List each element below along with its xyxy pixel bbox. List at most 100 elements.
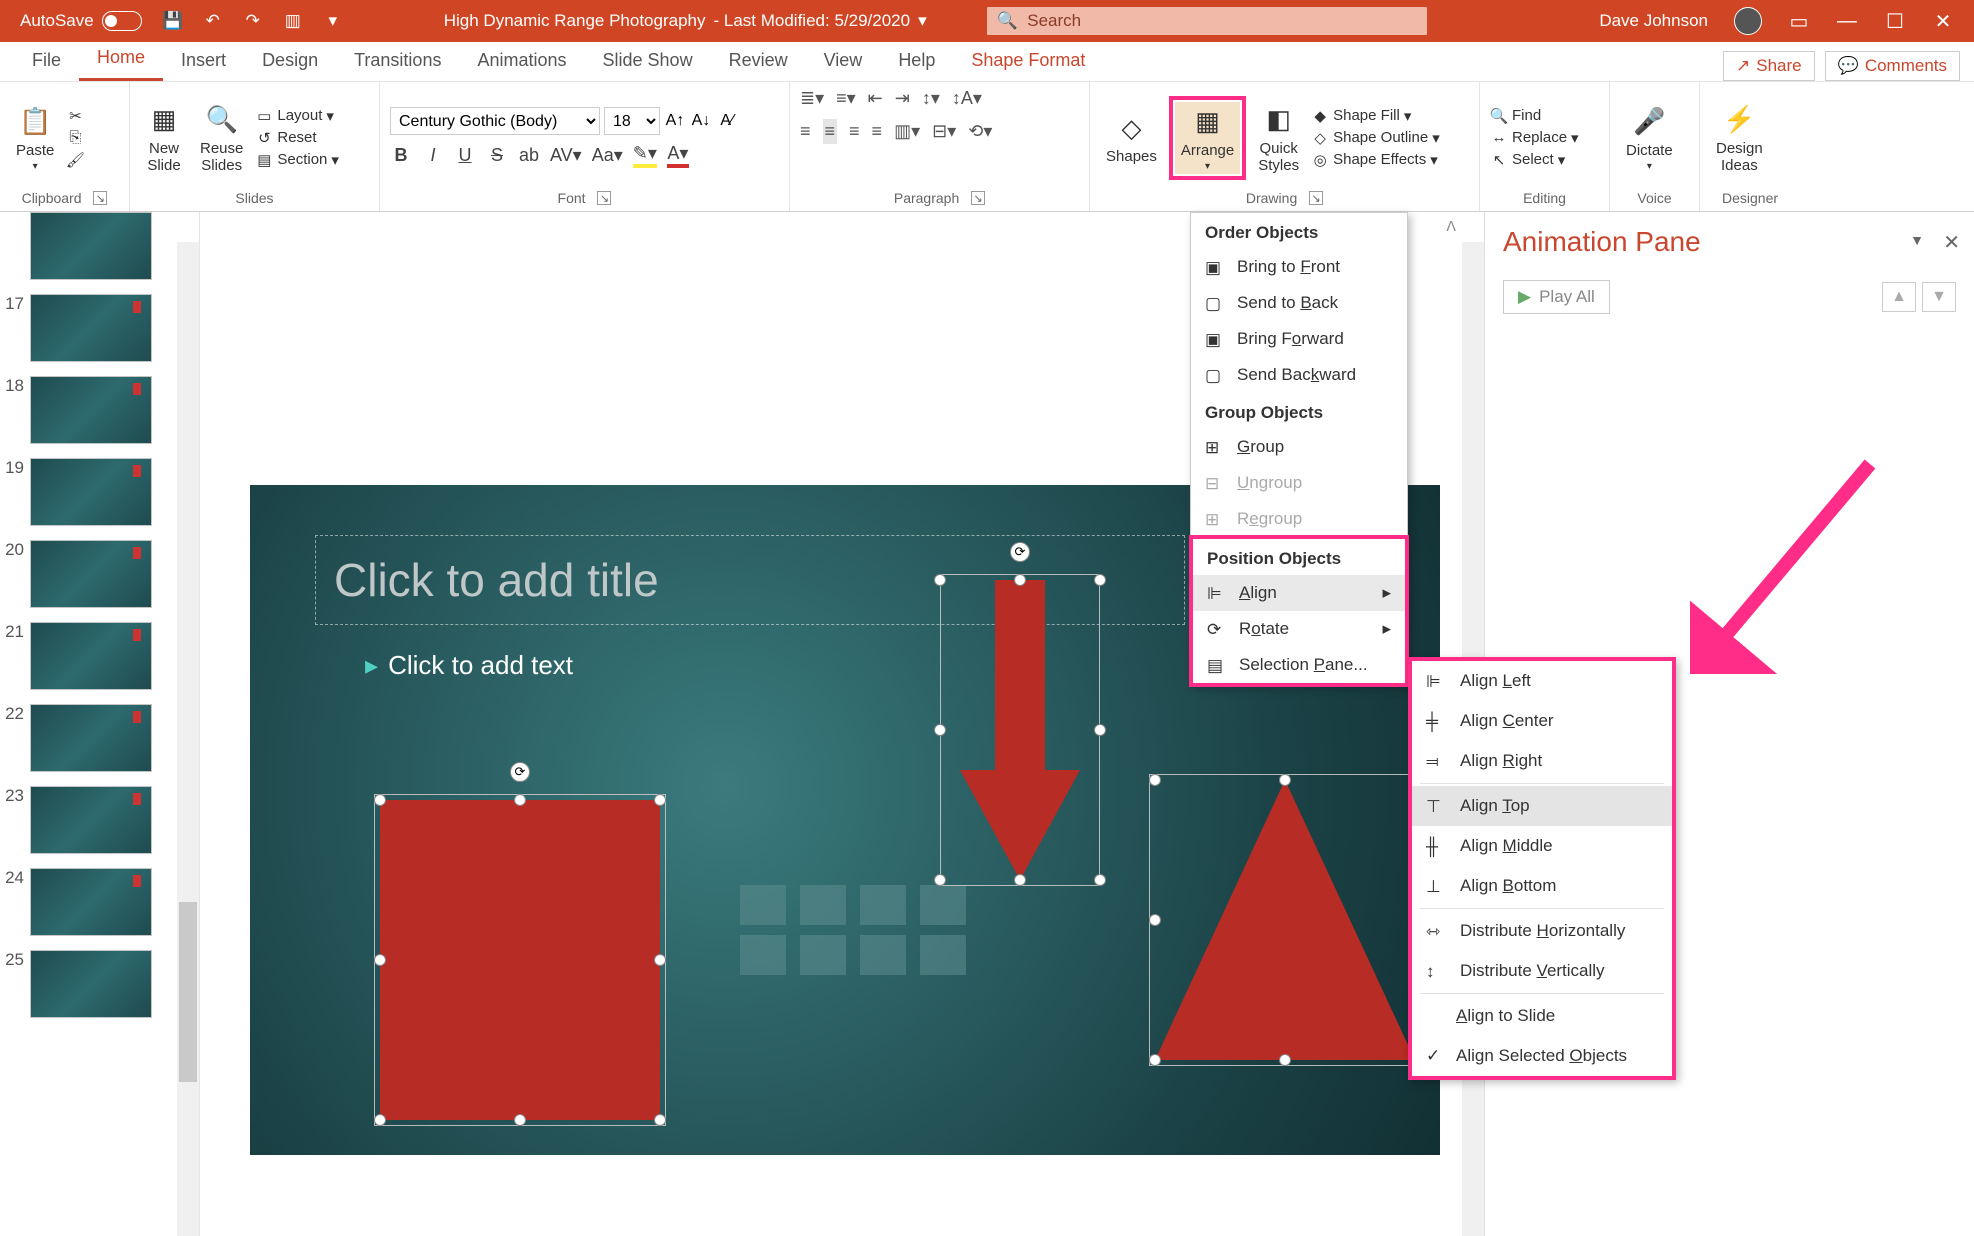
send-backward-item[interactable]: ▢Send Backward	[1191, 357, 1407, 393]
thumbnail[interactable]	[30, 212, 152, 280]
align-right-icon[interactable]: ≡	[849, 121, 860, 142]
shadow-button[interactable]: ab	[518, 145, 540, 166]
tab-slideshow[interactable]: Slide Show	[585, 42, 711, 81]
bold-button[interactable]: B	[390, 145, 412, 166]
align-to-slide-item[interactable]: Align to Slide	[1412, 996, 1672, 1036]
copy-icon[interactable]: ⎘	[66, 129, 84, 147]
insert-table-icon[interactable]	[740, 885, 786, 925]
grow-font-icon[interactable]: A↑	[664, 112, 686, 130]
clipboard-launcher-icon[interactable]: ↘	[93, 191, 107, 205]
italic-button[interactable]: I	[422, 145, 444, 166]
insert-chart-icon[interactable]	[800, 885, 846, 925]
undo-icon[interactable]: ↶	[202, 10, 224, 32]
thumbnail[interactable]	[30, 868, 152, 936]
font-name-combo[interactable]: Century Gothic (Body)	[390, 107, 600, 135]
thumbnail[interactable]	[30, 376, 152, 444]
thumbnail[interactable]	[30, 458, 152, 526]
align-center-item[interactable]: ╪Align Center	[1412, 701, 1672, 741]
move-down-button[interactable]: ▼	[1922, 282, 1956, 312]
find-button[interactable]: 🔍Find	[1490, 107, 1579, 125]
layout-button[interactable]: ▭Layout ▾	[255, 107, 339, 125]
format-painter-icon[interactable]: 🖌	[66, 151, 84, 169]
select-button[interactable]: ↖Select ▾	[1490, 151, 1579, 169]
font-launcher-icon[interactable]: ↘	[597, 191, 611, 205]
arrange-button[interactable]: ▦Arrange▾	[1175, 102, 1240, 174]
distribute-h-item[interactable]: ⇿Distribute Horizontally	[1412, 911, 1672, 951]
insert-online-pic-icon[interactable]	[800, 935, 846, 975]
pane-options-icon[interactable]: ▼	[1910, 232, 1924, 248]
collapse-ribbon-icon[interactable]: ᐱ	[1446, 218, 1456, 235]
cut-icon[interactable]: ✂	[66, 107, 84, 125]
drawing-launcher-icon[interactable]: ↘	[1309, 191, 1323, 205]
maximize-icon[interactable]: ☐	[1884, 9, 1906, 34]
tab-file[interactable]: File	[14, 42, 79, 81]
rotate-item[interactable]: ⟳Rotate▸	[1193, 611, 1405, 647]
tab-view[interactable]: View	[806, 42, 881, 81]
save-icon[interactable]: 💾	[162, 10, 184, 32]
justify-icon[interactable]: ≡	[872, 121, 883, 142]
align-left-item[interactable]: ⊫Align Left	[1412, 661, 1672, 701]
strike-button[interactable]: S	[486, 145, 508, 166]
rotate-handle-icon[interactable]: ⟳	[1010, 542, 1030, 562]
shape-effects-button[interactable]: ◎Shape Effects ▾	[1311, 151, 1440, 169]
shape-outline-button[interactable]: ◇Shape Outline ▾	[1311, 129, 1440, 147]
triangle-shape[interactable]	[1155, 780, 1415, 1060]
content-placeholder-icons[interactable]	[740, 885, 966, 975]
tab-transitions[interactable]: Transitions	[336, 42, 459, 81]
align-selected-item[interactable]: ✓Align Selected Objects	[1412, 1036, 1672, 1076]
align-right-item[interactable]: ⫤Align Right	[1412, 741, 1672, 781]
arrow-shape[interactable]: ⟳	[960, 580, 1080, 880]
align-top-item[interactable]: ⊤Align Top	[1412, 786, 1672, 826]
shapes-button[interactable]: ◇Shapes	[1100, 108, 1163, 167]
align-center-icon[interactable]: ≡	[823, 119, 838, 144]
change-case-button[interactable]: Aa▾	[592, 145, 623, 166]
bring-to-front-item[interactable]: ▣Bring to Front	[1191, 249, 1407, 285]
tab-review[interactable]: Review	[711, 42, 806, 81]
char-spacing-button[interactable]: AV▾	[550, 145, 582, 166]
shrink-font-icon[interactable]: A↓	[690, 112, 712, 130]
move-up-button[interactable]: ▲	[1882, 282, 1916, 312]
present-icon[interactable]: ▥	[282, 10, 304, 32]
close-pane-icon[interactable]: ✕	[1943, 230, 1960, 255]
align-left-icon[interactable]: ≡	[800, 121, 811, 142]
numbering-icon[interactable]: ≡▾	[836, 88, 856, 109]
indent-dec-icon[interactable]: ⇤	[868, 88, 883, 109]
new-slide-button[interactable]: ▦New Slide	[140, 100, 188, 176]
thumbnail[interactable]	[30, 540, 152, 608]
paragraph-launcher-icon[interactable]: ↘	[971, 191, 985, 205]
align-item[interactable]: ⊫Align▸	[1193, 575, 1405, 611]
insert-icon-icon[interactable]	[920, 935, 966, 975]
reset-button[interactable]: ↺Reset	[255, 129, 339, 147]
tab-home[interactable]: Home	[79, 39, 163, 81]
paste-button[interactable]: 📋 Paste▾	[10, 102, 60, 174]
ungroup-item[interactable]: ⊟Ungroup	[1191, 465, 1407, 501]
tab-shape-format[interactable]: Shape Format	[953, 42, 1103, 81]
dictate-button[interactable]: 🎤Dictate▾	[1620, 102, 1679, 174]
thumbnail[interactable]	[30, 622, 152, 690]
distribute-v-item[interactable]: ↕Distribute Vertically	[1412, 951, 1672, 991]
highlight-button[interactable]: ✎▾	[633, 143, 657, 168]
indent-inc-icon[interactable]: ⇥	[895, 88, 910, 109]
share-button[interactable]: ↗Share	[1723, 51, 1815, 81]
close-icon[interactable]: ✕	[1932, 9, 1954, 34]
tab-insert[interactable]: Insert	[163, 42, 244, 81]
columns-icon[interactable]: ▥▾	[894, 121, 920, 142]
thumbnail[interactable]	[30, 950, 152, 1018]
thumbnail[interactable]	[30, 294, 152, 362]
thumbnail-scrollbar[interactable]	[177, 242, 199, 1236]
send-to-back-item[interactable]: ▢Send to Back	[1191, 285, 1407, 321]
minimize-icon[interactable]: —	[1836, 10, 1858, 33]
play-all-button[interactable]: ▶Play All	[1503, 280, 1610, 314]
design-ideas-button[interactable]: ⚡Design Ideas	[1710, 100, 1769, 176]
clear-format-icon[interactable]: A⁄	[716, 112, 738, 130]
thumbnail[interactable]	[30, 786, 152, 854]
text-direction-icon[interactable]: ↕A▾	[952, 88, 982, 109]
reuse-slides-button[interactable]: 🔍Reuse Slides	[194, 100, 249, 176]
comments-button[interactable]: 💬Comments	[1825, 51, 1960, 81]
line-spacing-icon[interactable]: ↕▾	[922, 88, 940, 109]
search-box[interactable]: 🔍 Search	[987, 7, 1427, 35]
insert-video-icon[interactable]	[860, 935, 906, 975]
align-bottom-item[interactable]: ⊥Align Bottom	[1412, 866, 1672, 906]
align-middle-item[interactable]: ╫Align Middle	[1412, 826, 1672, 866]
qat-more-icon[interactable]: ▾	[322, 10, 344, 32]
